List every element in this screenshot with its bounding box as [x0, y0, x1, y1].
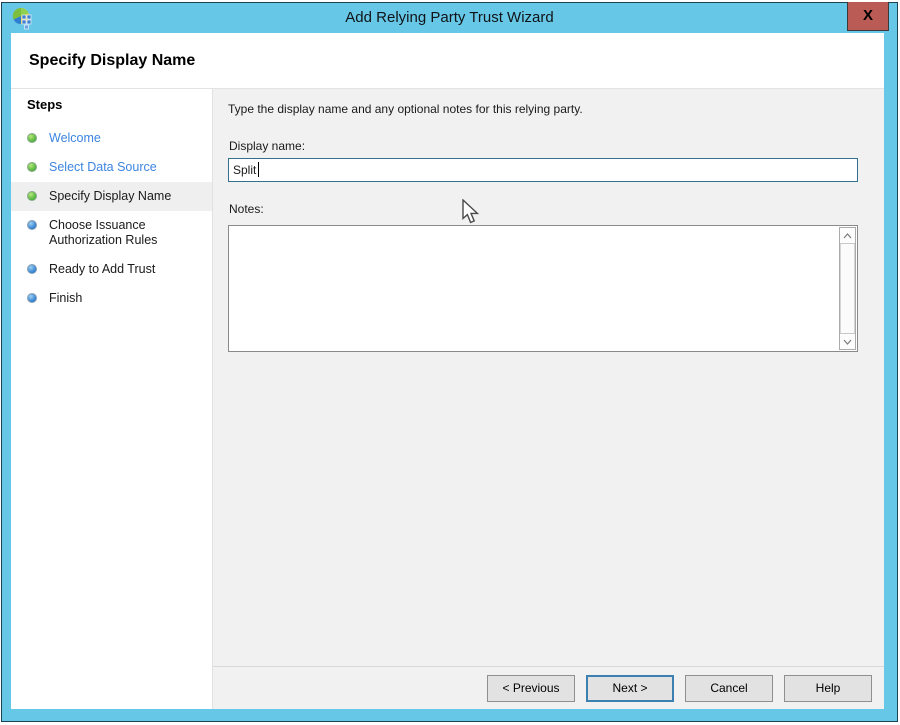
- previous-button[interactable]: < Previous: [487, 675, 575, 702]
- display-name-input[interactable]: [229, 159, 857, 181]
- scroll-up-icon[interactable]: [840, 228, 855, 244]
- dialog-surface: Specify Display Name Steps Welcome Selec…: [11, 33, 884, 709]
- steps-sidebar: Steps Welcome Select Data Source Specify…: [11, 89, 213, 709]
- notes-field-frame: [228, 225, 858, 352]
- window-title: Add Relying Party Trust Wizard: [2, 9, 897, 26]
- steps-heading: Steps: [27, 97, 212, 112]
- step-status-icon: [27, 220, 37, 230]
- step-status-icon: [27, 191, 37, 201]
- step-status-icon: [27, 162, 37, 172]
- step-item-specify-display-name[interactable]: Specify Display Name: [11, 182, 212, 211]
- text-caret: [258, 162, 259, 177]
- notes-textarea[interactable]: [229, 226, 839, 351]
- step-status-icon: [27, 293, 37, 303]
- scroll-down-icon[interactable]: [840, 333, 855, 349]
- cancel-button[interactable]: Cancel: [685, 675, 773, 702]
- step-status-icon: [27, 133, 37, 143]
- step-item-ready-to-add-trust[interactable]: Ready to Add Trust: [11, 255, 212, 284]
- step-status-icon: [27, 264, 37, 274]
- wizard-window: Add Relying Party Trust Wizard X Specify…: [1, 2, 898, 722]
- close-button[interactable]: X: [847, 2, 889, 31]
- step-item-finish[interactable]: Finish: [11, 284, 212, 313]
- content-panel: Type the display name and any optional n…: [213, 89, 884, 666]
- wizard-footer: < Previous Next > Cancel Help: [213, 666, 884, 709]
- titlebar: Add Relying Party Trust Wizard X: [2, 3, 897, 33]
- intro-text: Type the display name and any optional n…: [228, 102, 583, 116]
- step-item-choose-issuance-authorization-rules[interactable]: Choose Issuance Authorization Rules: [11, 211, 212, 255]
- page-title: Specify Display Name: [29, 52, 195, 70]
- step-item-welcome[interactable]: Welcome: [11, 124, 212, 153]
- scrollbar-thumb[interactable]: [840, 244, 855, 333]
- notes-label: Notes:: [229, 202, 264, 216]
- display-name-label: Display name:: [229, 139, 305, 153]
- step-item-select-data-source[interactable]: Select Data Source: [11, 153, 212, 182]
- page-header: Specify Display Name: [11, 33, 884, 89]
- display-name-field-frame: [228, 158, 858, 182]
- next-button[interactable]: Next >: [586, 675, 674, 702]
- notes-scrollbar[interactable]: [839, 227, 856, 350]
- help-button[interactable]: Help: [784, 675, 872, 702]
